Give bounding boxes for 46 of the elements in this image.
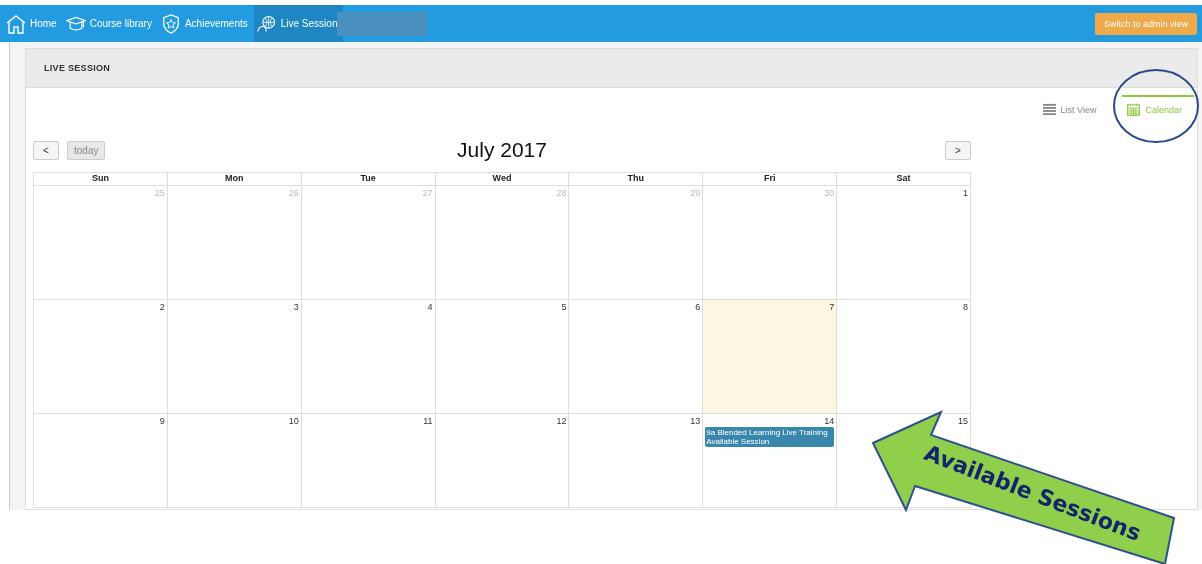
nav-item[interactable]: Home: [3, 5, 63, 42]
month-title: July 2017: [457, 138, 547, 162]
day-number: 9: [159, 416, 165, 426]
next-button[interactable]: >: [945, 140, 971, 160]
day-number: 1: [963, 188, 968, 198]
day-number: 26: [288, 188, 299, 198]
globe-person-icon: [256, 13, 277, 34]
day-number: 14: [824, 416, 835, 426]
today-button[interactable]: today: [67, 140, 106, 160]
day-number: 4: [427, 302, 433, 312]
home-icon: [6, 13, 26, 34]
day-number: 10: [288, 416, 299, 426]
day-number: 30: [824, 188, 835, 198]
view-tab[interactable]: Calendar: [1122, 95, 1194, 122]
nav-item[interactable]: Course library: [62, 5, 158, 42]
day-number: 11: [423, 416, 433, 426]
day-number: 29: [690, 188, 701, 198]
weekday-header: Wed: [435, 173, 570, 186]
day-number: 7: [829, 302, 835, 312]
weekday-header: Thu: [569, 173, 704, 186]
day-number: 27: [422, 188, 433, 198]
view-tab[interactable]: List View: [1037, 95, 1109, 122]
event-chip[interactable]: 9a Blended Learning Live Training Available Session: [705, 427, 835, 447]
previous-button[interactable]: <: [33, 140, 59, 160]
day-number: 12: [556, 416, 567, 426]
list-icon: [1042, 103, 1056, 116]
day-number: 3: [293, 302, 299, 312]
nav-item[interactable]: Achievements: [157, 5, 254, 42]
weekday-header: Sun: [34, 173, 168, 186]
day-number: 25: [154, 188, 165, 198]
weekday-header: Mon: [167, 173, 302, 186]
day-number: 2: [159, 302, 165, 312]
day-number: 6: [695, 302, 701, 312]
shield-star-icon: [160, 13, 181, 34]
weekday-header: Tue: [301, 173, 436, 186]
day-number: 15: [958, 416, 968, 426]
nav-item[interactable]: Live Session: [253, 5, 344, 42]
day-number: 8: [963, 302, 968, 312]
panel-title: LIVE SESSION: [44, 63, 111, 73]
weekday-header: Sat: [837, 173, 971, 186]
admin-view-button[interactable]: Switch to admin view: [1094, 12, 1197, 35]
day-number: 5: [561, 302, 567, 312]
day-number: 28: [556, 188, 567, 198]
day-number: 13: [690, 416, 701, 426]
calendar-icon: [1127, 103, 1141, 116]
weekday-header: Fri: [703, 173, 838, 186]
